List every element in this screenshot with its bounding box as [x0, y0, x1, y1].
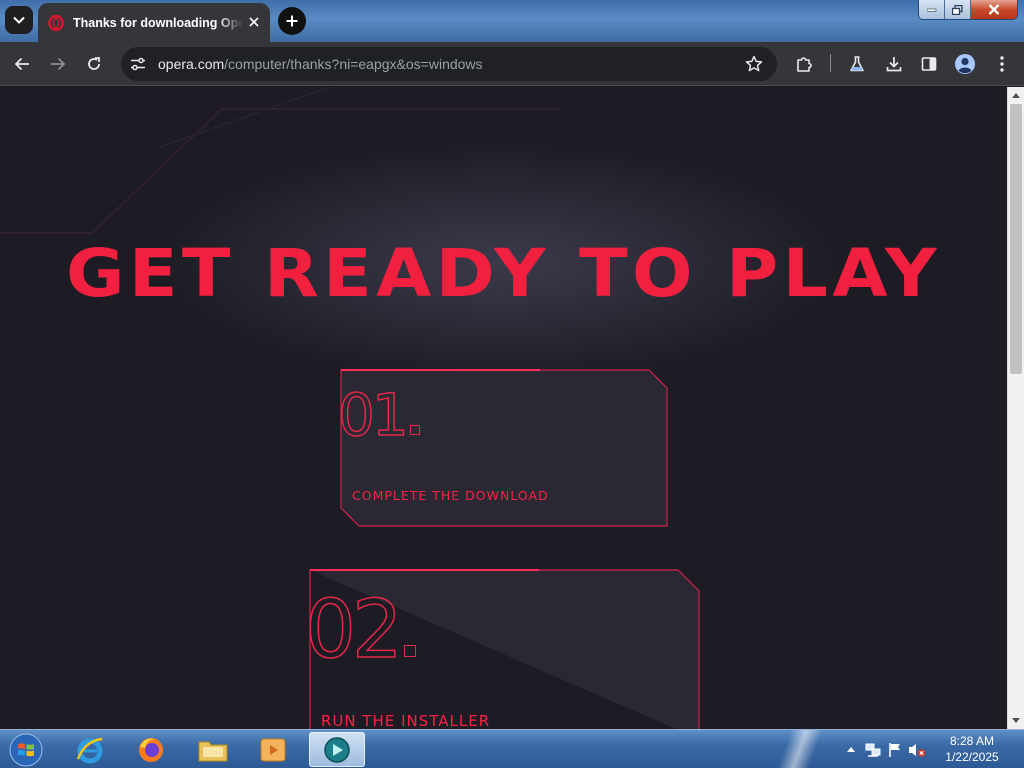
windows-taskbar: 8:28 AM 1/22/2025 — [0, 729, 1024, 768]
side-panel-icon — [921, 57, 937, 71]
side-panel-button[interactable] — [915, 50, 943, 78]
forward-button[interactable] — [44, 50, 72, 78]
file-explorer-icon[interactable] — [187, 732, 239, 767]
step-card-installer: 02 RUN THE INSTALLER — [304, 569, 700, 729]
bookmark-star-icon[interactable] — [743, 53, 765, 75]
extensions-button[interactable] — [790, 50, 818, 78]
system-tray — [840, 730, 928, 768]
media-player-icon[interactable] — [247, 732, 299, 767]
back-button[interactable] — [8, 50, 36, 78]
volume-muted-icon[interactable] — [906, 739, 928, 761]
extensions-icon — [797, 57, 812, 72]
network-icon[interactable] — [862, 739, 884, 761]
page-viewport: GET READY TO PLAY 01 COMPLETE THE DOWNLO… — [0, 87, 1007, 729]
step-number-dot — [403, 645, 416, 657]
taskbar-clock[interactable]: 8:28 AM 1/22/2025 — [930, 733, 1014, 765]
labs-button[interactable] — [843, 50, 871, 78]
clock-date: 1/22/2025 — [945, 750, 999, 764]
url-text: opera.com/computer/thanks?ni=eapgx&os=wi… — [158, 56, 483, 72]
menu-button[interactable] — [988, 50, 1016, 78]
url-host: opera.com — [158, 56, 225, 72]
restore-icon — [952, 4, 963, 15]
toolbar-divider — [830, 54, 831, 72]
step-number-text: 02 — [304, 582, 403, 677]
vertical-scrollbar[interactable] — [1007, 87, 1024, 729]
close-tab-icon[interactable] — [246, 14, 262, 30]
reload-button[interactable] — [80, 50, 108, 78]
address-bar[interactable]: opera.com/computer/thanks?ni=eapgx&os=wi… — [121, 47, 777, 81]
minimize-icon — [926, 8, 936, 12]
opera-logo-icon — [48, 14, 64, 31]
step-number: 01 — [337, 380, 420, 450]
url-path: /computer/thanks?ni=eapgx&os=windows — [224, 56, 483, 72]
scroll-down-arrow-icon[interactable] — [1008, 712, 1024, 729]
internet-explorer-icon[interactable] — [64, 732, 116, 767]
action-center-flag-icon[interactable] — [884, 739, 906, 761]
step-card-download: 01 COMPLETE THE DOWNLOAD — [337, 369, 668, 527]
scroll-up-arrow-icon[interactable] — [1008, 87, 1024, 104]
show-hidden-icons-icon[interactable] — [840, 739, 862, 761]
tab-strip: Thanks for downloading Opera GX — [0, 0, 1024, 42]
step-number-dot — [409, 425, 420, 435]
download-icon — [886, 57, 902, 72]
new-tab-button[interactable] — [278, 7, 306, 35]
close-icon — [988, 4, 1000, 15]
site-info-icon[interactable] — [126, 52, 150, 76]
step-number: 02 — [304, 582, 416, 677]
downloads-button[interactable] — [880, 50, 908, 78]
plus-icon — [286, 15, 298, 27]
back-arrow-icon — [14, 57, 29, 71]
chevron-down-icon — [13, 16, 25, 24]
tab-title: Thanks for downloading Opera GX — [73, 15, 243, 30]
menu-icon — [1000, 56, 1004, 72]
windows-logo-icon — [9, 733, 43, 766]
tab-search-button[interactable] — [5, 6, 33, 34]
forward-arrow-icon — [51, 57, 66, 71]
restore-button[interactable] — [945, 0, 971, 19]
tab-active[interactable]: Thanks for downloading Opera GX — [38, 3, 270, 42]
start-button[interactable] — [6, 731, 46, 768]
browser-toolbar: opera.com/computer/thanks?ni=eapgx&os=wi… — [0, 42, 1024, 86]
window-controls — [918, 0, 1018, 20]
step-number-text: 01 — [337, 380, 409, 450]
firefox-icon[interactable] — [125, 732, 177, 767]
page-headline: GET READY TO PLAY — [66, 235, 941, 312]
labs-flask-icon — [850, 56, 864, 72]
step-label: COMPLETE THE DOWNLOAD — [352, 488, 549, 503]
step-label: RUN THE INSTALLER — [321, 712, 491, 729]
scrollbar-thumb[interactable] — [1010, 104, 1022, 374]
clock-time: 8:28 AM — [949, 734, 995, 748]
close-window-button[interactable] — [971, 0, 1017, 19]
profile-icon — [955, 54, 975, 74]
reload-icon — [88, 57, 100, 70]
active-app-icon[interactable] — [309, 732, 365, 767]
minimize-button[interactable] — [919, 0, 945, 19]
taskbar-glow — [760, 730, 850, 768]
profile-button[interactable] — [951, 50, 979, 78]
